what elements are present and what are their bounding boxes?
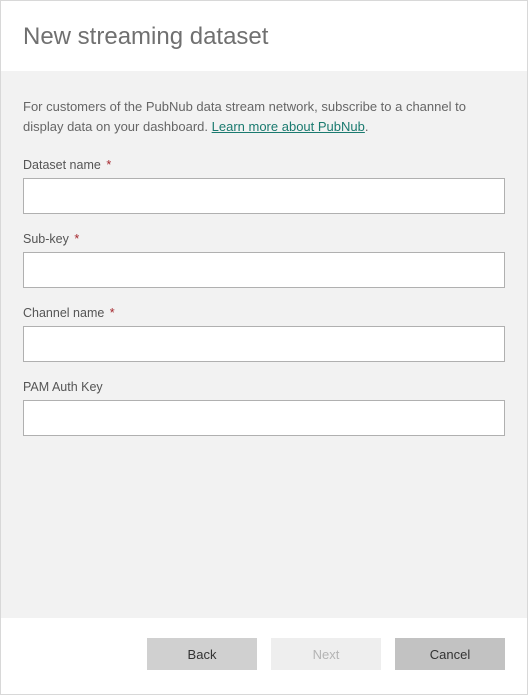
sub-key-input[interactable] <box>23 252 505 288</box>
learn-more-link[interactable]: Learn more about PubNub <box>212 119 365 134</box>
channel-name-label: Channel name * <box>23 306 505 320</box>
cancel-button[interactable]: Cancel <box>395 638 505 670</box>
required-marker: * <box>106 158 111 172</box>
intro-text-after: . <box>365 119 369 134</box>
dialog-content: For customers of the PubNub data stream … <box>1 71 527 618</box>
sub-key-label-text: Sub-key <box>23 232 69 246</box>
dataset-name-field: Dataset name * <box>23 158 505 214</box>
dialog-footer: Back Next Cancel <box>1 618 527 694</box>
dataset-name-input[interactable] <box>23 178 505 214</box>
pam-auth-key-input[interactable] <box>23 400 505 436</box>
sub-key-field: Sub-key * <box>23 232 505 288</box>
pam-auth-key-label-text: PAM Auth Key <box>23 380 103 394</box>
dialog-title: New streaming dataset <box>23 23 505 51</box>
dataset-name-label-text: Dataset name <box>23 158 101 172</box>
next-button[interactable]: Next <box>271 638 381 670</box>
channel-name-input[interactable] <box>23 326 505 362</box>
required-marker: * <box>74 232 79 246</box>
dataset-name-label: Dataset name * <box>23 158 505 172</box>
new-streaming-dataset-dialog: New streaming dataset For customers of t… <box>0 0 528 695</box>
intro-text: For customers of the PubNub data stream … <box>23 97 505 136</box>
pam-auth-key-label: PAM Auth Key <box>23 380 505 394</box>
sub-key-label: Sub-key * <box>23 232 505 246</box>
back-button[interactable]: Back <box>147 638 257 670</box>
required-marker: * <box>110 306 115 320</box>
pam-auth-key-field: PAM Auth Key <box>23 380 505 436</box>
dialog-header: New streaming dataset <box>1 1 527 71</box>
channel-name-field: Channel name * <box>23 306 505 362</box>
channel-name-label-text: Channel name <box>23 306 104 320</box>
